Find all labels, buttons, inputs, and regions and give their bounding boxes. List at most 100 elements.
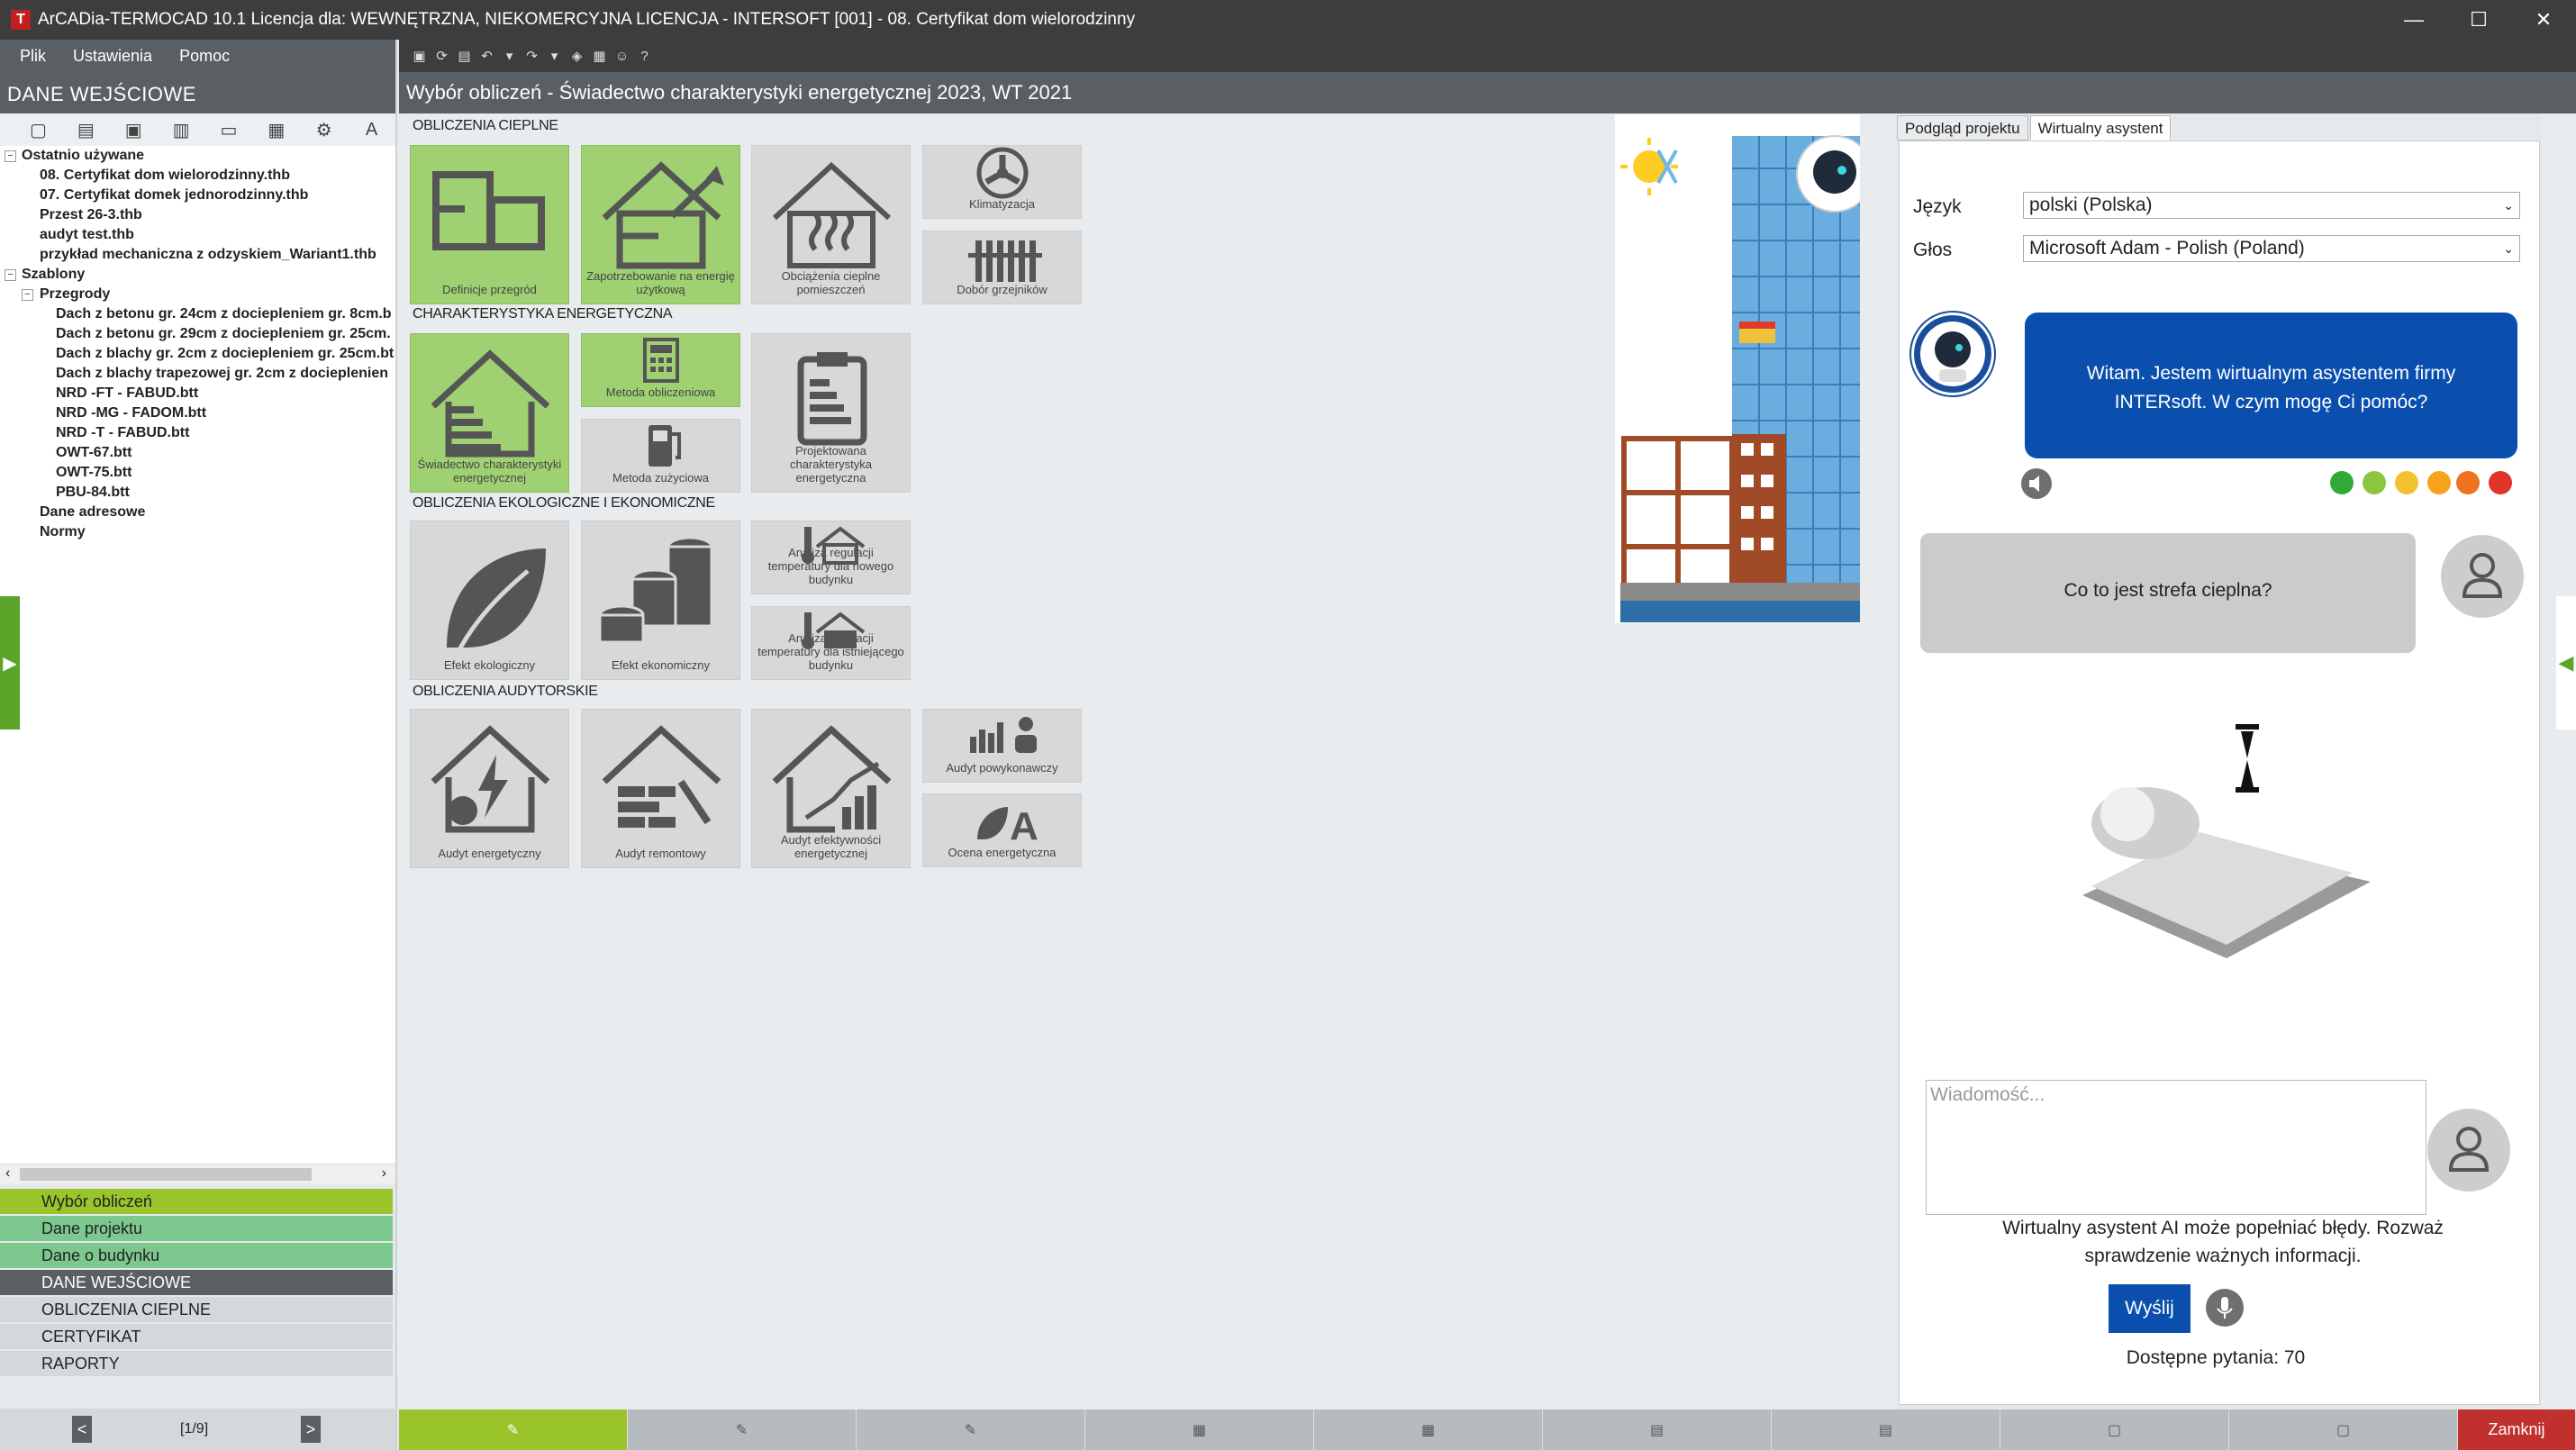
- tree-item[interactable]: 07. Certyfikat domek jednorodzinny.thb: [40, 186, 308, 205]
- scrollbar-thumb[interactable]: [20, 1168, 312, 1181]
- next-page-button[interactable]: >: [301, 1416, 321, 1443]
- tab-virtual-assistant[interactable]: Wirtualny asystent: [2029, 115, 2172, 140]
- close-window-button[interactable]: ✕: [2511, 8, 2576, 32]
- rating-angry-icon[interactable]: [2489, 471, 2512, 494]
- voice-select[interactable]: Microsoft Adam - Polish (Poland) ⌄: [2023, 235, 2520, 262]
- collapse-toggle[interactable]: −: [22, 289, 33, 301]
- save-as-icon[interactable]: ▥: [158, 119, 205, 141]
- tools-icon[interactable]: ⚙: [300, 119, 348, 141]
- edit-doc-icon[interactable]: ✎: [628, 1409, 857, 1450]
- menu-settings[interactable]: Ustawienia: [73, 47, 152, 66]
- open-file-icon[interactable]: ▤: [62, 119, 110, 141]
- save-file-icon[interactable]: ▣: [110, 119, 158, 141]
- tile-demand[interactable]: Zapotrzebowanie na energię użytkową: [581, 145, 740, 304]
- tree-item[interactable]: NRD -T - FABUD.btt: [56, 423, 189, 443]
- tree-item[interactable]: PBU-84.btt: [56, 483, 130, 503]
- document-icon[interactable]: ▤: [1543, 1409, 1772, 1450]
- dropdown-icon[interactable]: ▾: [545, 48, 564, 64]
- tree-item[interactable]: Dach z blachy trapezowej gr. 2cm z docie…: [56, 364, 388, 384]
- tree-item[interactable]: OWT-75.btt: [56, 463, 132, 483]
- nav-thermal-calc[interactable]: OBLICZENIA CIEPLNE: [0, 1297, 393, 1322]
- dropdown-icon[interactable]: ▾: [500, 48, 519, 64]
- speaker-icon[interactable]: [2021, 468, 2052, 499]
- nav-building-data[interactable]: Dane o budynku: [0, 1243, 393, 1268]
- tile-energy-audit[interactable]: Audyt energetyczny: [410, 709, 569, 868]
- rating-neutral-icon[interactable]: [2395, 471, 2418, 494]
- file-icon[interactable]: ▢: [2000, 1409, 2229, 1450]
- message-input[interactable]: Wiadomość...: [1926, 1080, 2426, 1215]
- scroll-left-icon[interactable]: ‹: [5, 1165, 10, 1182]
- close-button[interactable]: Zamknij: [2458, 1409, 2576, 1450]
- rating-sad-icon[interactable]: [2456, 471, 2480, 494]
- undo-icon[interactable]: ↶: [477, 48, 496, 64]
- tile-designed-characteristics[interactable]: Projektowana charakterystyka energetyczn…: [751, 333, 911, 493]
- redo-icon[interactable]: ↷: [522, 48, 541, 64]
- tile-air-conditioning[interactable]: Klimatyzacja: [922, 145, 1082, 219]
- maximize-button[interactable]: ☐: [2446, 8, 2511, 32]
- table-list-icon[interactable]: ▦: [1314, 1409, 1543, 1450]
- tree-item[interactable]: Przest 26-3.thb: [40, 205, 142, 225]
- tile-certificate[interactable]: Świadectwo charakterystyki energetycznej: [410, 333, 569, 493]
- edit-icon[interactable]: ✎: [399, 1409, 628, 1450]
- help-icon[interactable]: ?: [635, 49, 654, 64]
- menu-file[interactable]: Plik: [20, 47, 46, 66]
- tile-calc-method[interactable]: Metoda obliczeniowa: [581, 333, 740, 407]
- report-icon[interactable]: ▤: [1772, 1409, 2000, 1450]
- prev-page-button[interactable]: <: [72, 1416, 92, 1443]
- tile-efficiency-audit[interactable]: Audyt efektywności energetycznej: [751, 709, 911, 868]
- tile-economic-effect[interactable]: Efekt ekonomiczny: [581, 521, 740, 680]
- send-button[interactable]: Wyślij: [2109, 1284, 2191, 1333]
- expand-right-panel-button[interactable]: ◀: [2556, 596, 2576, 730]
- horizontal-scrollbar[interactable]: ‹ ›: [0, 1164, 395, 1183]
- tile-heat-loads[interactable]: Obciążenia cieplne pomieszczeń: [751, 145, 911, 304]
- tile-renovation-audit[interactable]: Audyt remontowy: [581, 709, 740, 868]
- tree-item[interactable]: przykład mechaniczna z odzyskiem_Wariant…: [40, 245, 376, 265]
- nav-calc-selection[interactable]: Wybór obliczeń: [0, 1189, 393, 1214]
- rating-unhappy-icon[interactable]: [2427, 471, 2451, 494]
- refresh-icon[interactable]: ⟳: [432, 48, 451, 64]
- tree-item[interactable]: audyt test.thb: [40, 225, 134, 245]
- tab-project-preview[interactable]: Podgląd projektu: [1897, 115, 2028, 140]
- lock-icon[interactable]: ▦: [590, 48, 609, 64]
- tree-node-address[interactable]: Dane adresowe: [40, 503, 145, 522]
- tree-item[interactable]: 08. Certyfikat dom wielorodzinny.thb: [40, 166, 290, 186]
- tree-item[interactable]: Dach z betonu gr. 24cm z dociepleniem gr…: [56, 304, 392, 324]
- tree-item[interactable]: NRD -FT - FABUD.btt: [56, 384, 198, 403]
- tile-consumption-method[interactable]: Metoda zużyciowa: [581, 419, 740, 493]
- export-icon[interactable]: ▢: [2229, 1409, 2458, 1450]
- document-icon[interactable]: ▤: [455, 48, 474, 64]
- new-file-icon[interactable]: ▢: [14, 119, 62, 141]
- nav-certificate[interactable]: CERTYFIKAT: [0, 1324, 393, 1349]
- export-icon[interactable]: ▦: [252, 119, 300, 141]
- minimize-button[interactable]: —: [2381, 8, 2446, 32]
- tree-item[interactable]: Dach z blachy gr. 2cm z dociepleniem gr.…: [56, 344, 394, 364]
- tree-node-norms[interactable]: Normy: [40, 522, 86, 542]
- collapse-toggle[interactable]: −: [5, 269, 16, 281]
- folder-icon[interactable]: ▭: [205, 119, 253, 141]
- menu-help[interactable]: Pomoc: [179, 47, 230, 66]
- expand-left-panel-button[interactable]: ▶: [0, 596, 20, 730]
- table-icon[interactable]: ▦: [1085, 1409, 1314, 1450]
- tree-node-partitions[interactable]: Przegrody: [40, 285, 110, 304]
- tile-temp-existing-building[interactable]: Analiza regulacji temperatury dla istnie…: [751, 606, 911, 680]
- package-icon[interactable]: ◈: [567, 48, 586, 64]
- tile-energy-rating[interactable]: A Ocena energetyczna: [922, 793, 1082, 867]
- scroll-right-icon[interactable]: ›: [382, 1165, 386, 1182]
- nav-project-data[interactable]: Dane projektu: [0, 1216, 393, 1241]
- nav-reports[interactable]: RAPORTY: [0, 1351, 393, 1376]
- tile-ecological-effect[interactable]: Efekt ekologiczny: [410, 521, 569, 680]
- save-icon[interactable]: ▣: [410, 48, 429, 64]
- tile-radiators[interactable]: Dobór grzejników: [922, 231, 1082, 304]
- tree-node-recent[interactable]: Ostatnio używane: [22, 146, 144, 166]
- font-icon[interactable]: A: [348, 120, 395, 140]
- tile-post-audit[interactable]: Audyt powykonawczy: [922, 709, 1082, 783]
- collapse-toggle[interactable]: −: [5, 150, 16, 162]
- edit-form-icon[interactable]: ✎: [857, 1409, 1085, 1450]
- robot-icon[interactable]: ☺: [612, 49, 631, 64]
- tile-temp-new-building[interactable]: Analiza regulacji temperatury dla nowego…: [751, 521, 911, 594]
- tree-item[interactable]: NRD -MG - FADOM.btt: [56, 403, 206, 423]
- rating-very-happy-icon[interactable]: [2330, 471, 2354, 494]
- language-select[interactable]: polski (Polska) ⌄: [2023, 192, 2520, 219]
- rating-happy-icon[interactable]: [2363, 471, 2386, 494]
- tree-item[interactable]: Dach z betonu gr. 29cm z dociepleniem gr…: [56, 324, 391, 344]
